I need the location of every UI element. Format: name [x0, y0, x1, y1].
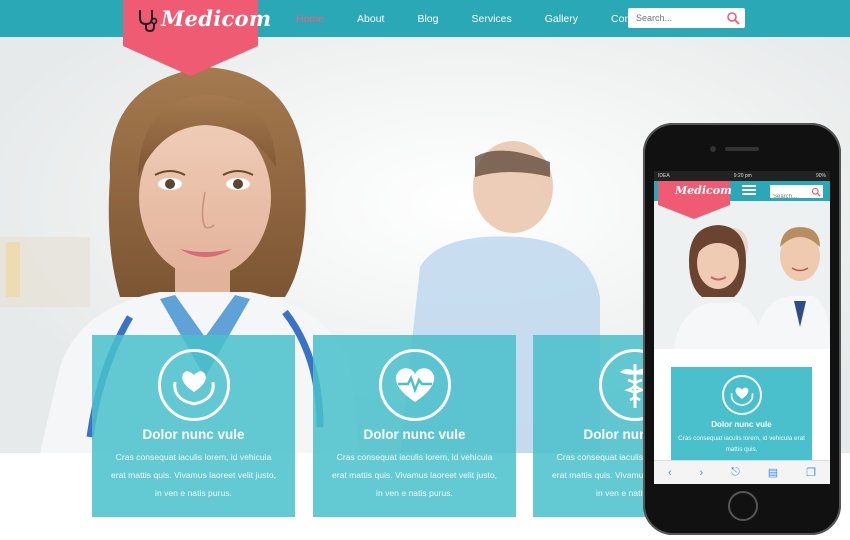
phone-mockup: IDEA 9:20 pm 90% Medicom Search... Dolor… — [643, 123, 841, 535]
hands-heart-icon — [157, 349, 230, 421]
phone-camera — [710, 146, 716, 152]
status-battery: 90% — [815, 173, 826, 179]
status-carrier: IDEA — [658, 173, 670, 179]
share-icon[interactable]: ⎋ — [731, 466, 740, 479]
phone-speaker — [725, 147, 759, 151]
bookmarks-icon[interactable]: ▤ — [768, 466, 778, 479]
feature-card-1: Dolor nunc vule Cras consequat iaculis l… — [92, 335, 295, 517]
logo[interactable]: Medicom — [123, 0, 271, 76]
mobile-feature-title: Dolor nunc vule — [711, 420, 772, 429]
hamburger-menu-icon[interactable] — [742, 185, 756, 197]
mobile-feature-card: Dolor nunc vule Cras consequat iaculis l… — [671, 367, 812, 467]
nav-about[interactable]: About — [357, 13, 384, 25]
feature-card-2: Dolor nunc vule Cras consequat iaculis l… — [313, 335, 516, 517]
mobile-logo[interactable]: Medicom — [658, 181, 732, 219]
mobile-browser-toolbar: ‹ › ⎋ ▤ ❐ — [654, 460, 830, 484]
mobile-feature-text: Cras consequat iaculis lorem, id vehicul… — [678, 435, 805, 453]
back-arrow-icon[interactable]: ‹ — [668, 467, 672, 479]
heart-pulse-icon — [378, 349, 451, 421]
brand-name: Medicom — [161, 6, 272, 31]
feature-text: Cras consequat iaculis lorem, id vehicul… — [331, 452, 498, 498]
mobile-search-box — [770, 185, 823, 204]
phone-status-bar: IDEA 9:20 pm 90% — [654, 171, 830, 181]
mobile-search-icon[interactable] — [811, 187, 821, 197]
status-time: 9:20 pm — [733, 173, 752, 179]
mobile-brand-name: Medicom — [675, 184, 732, 197]
feature-text: Cras consequat iaculis lorem, id vehicul… — [110, 452, 277, 498]
phone-screen: IDEA 9:20 pm 90% Medicom Search... Dolor… — [654, 171, 830, 484]
forward-arrow-icon[interactable]: › — [700, 467, 704, 479]
mobile-hero-image — [654, 201, 830, 349]
search-box — [628, 8, 745, 28]
tabs-icon[interactable]: ❐ — [806, 466, 816, 479]
mobile-hands-heart-icon — [721, 375, 762, 415]
nav-home[interactable]: Home — [296, 13, 324, 25]
search-input[interactable] — [628, 8, 722, 28]
nav-blog[interactable]: Blog — [417, 13, 438, 25]
main-nav: Home About Blog Services Gallery Contact — [296, 0, 680, 37]
feature-title: Dolor nunc vule — [142, 427, 245, 442]
home-button[interactable] — [728, 491, 758, 521]
nav-services[interactable]: Services — [471, 13, 511, 25]
nav-gallery[interactable]: Gallery — [545, 13, 578, 25]
feature-title: Dolor nunc vule — [363, 427, 466, 442]
search-icon[interactable] — [726, 11, 740, 30]
